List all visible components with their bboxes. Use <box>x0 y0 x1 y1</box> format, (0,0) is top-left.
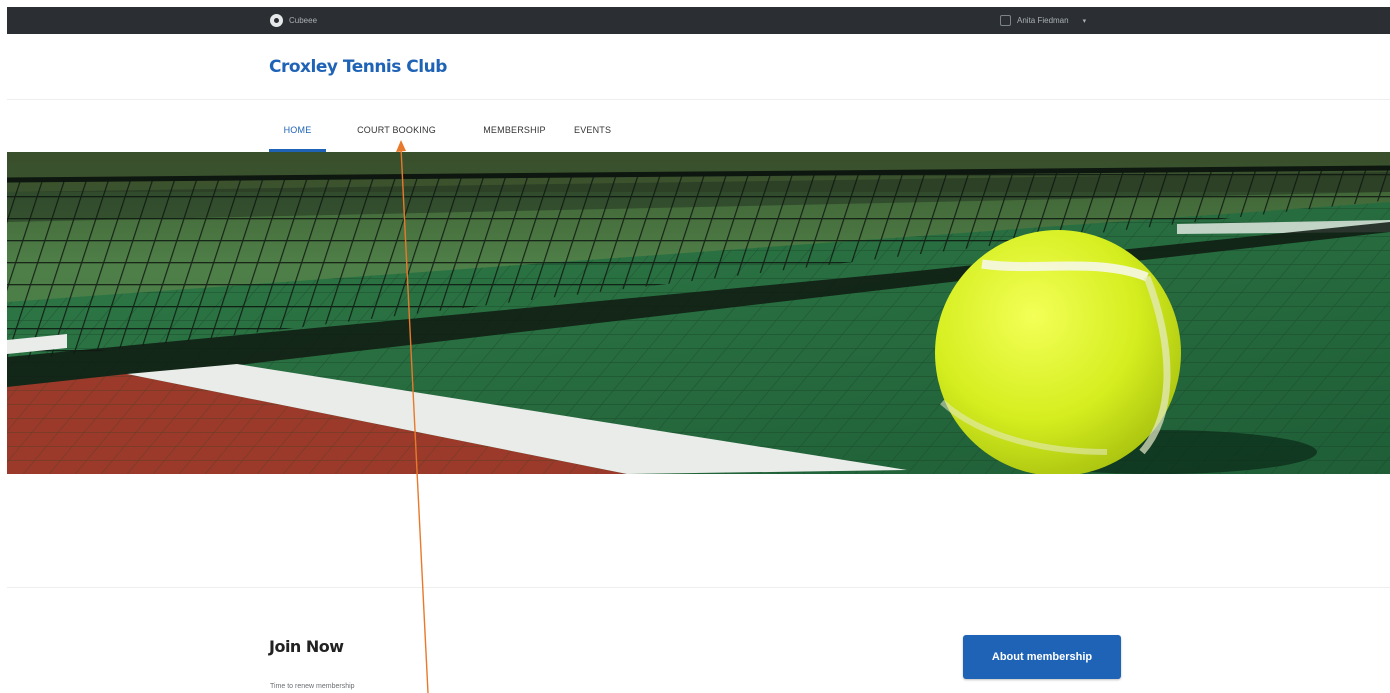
chevron-down-icon: ▾ <box>1082 17 1087 25</box>
hero-image <box>7 152 1390 474</box>
nav-tab-events[interactable]: EVENTS <box>562 108 622 152</box>
user-menu[interactable]: Anita Fiedman ▾ <box>1000 14 1086 27</box>
top-admin-bar: Cubeee Anita Fiedman ▾ <box>7 7 1390 34</box>
platform-logo-icon <box>270 14 283 27</box>
section-divider <box>7 587 1390 588</box>
admin-brand-label: Cubeee <box>289 16 318 25</box>
nav-tab-home[interactable]: HOME <box>269 108 326 152</box>
join-now-heading: Join Now <box>269 637 344 656</box>
main-nav: HOME COURT BOOKING MEMBERSHIP EVENTS <box>269 108 622 152</box>
nav-tab-membership[interactable]: MEMBERSHIP <box>467 108 562 152</box>
nav-tab-court-booking[interactable]: COURT BOOKING <box>326 108 467 152</box>
site-title[interactable]: Croxley Tennis Club <box>269 57 447 77</box>
user-avatar-icon <box>1000 15 1011 26</box>
user-name: Anita Fiedman <box>1017 16 1069 25</box>
join-now-text: Time to renew membership <box>270 683 355 690</box>
header-divider <box>7 99 1390 100</box>
about-membership-button[interactable]: About membership <box>963 635 1121 679</box>
admin-brand[interactable]: Cubeee <box>270 13 317 28</box>
